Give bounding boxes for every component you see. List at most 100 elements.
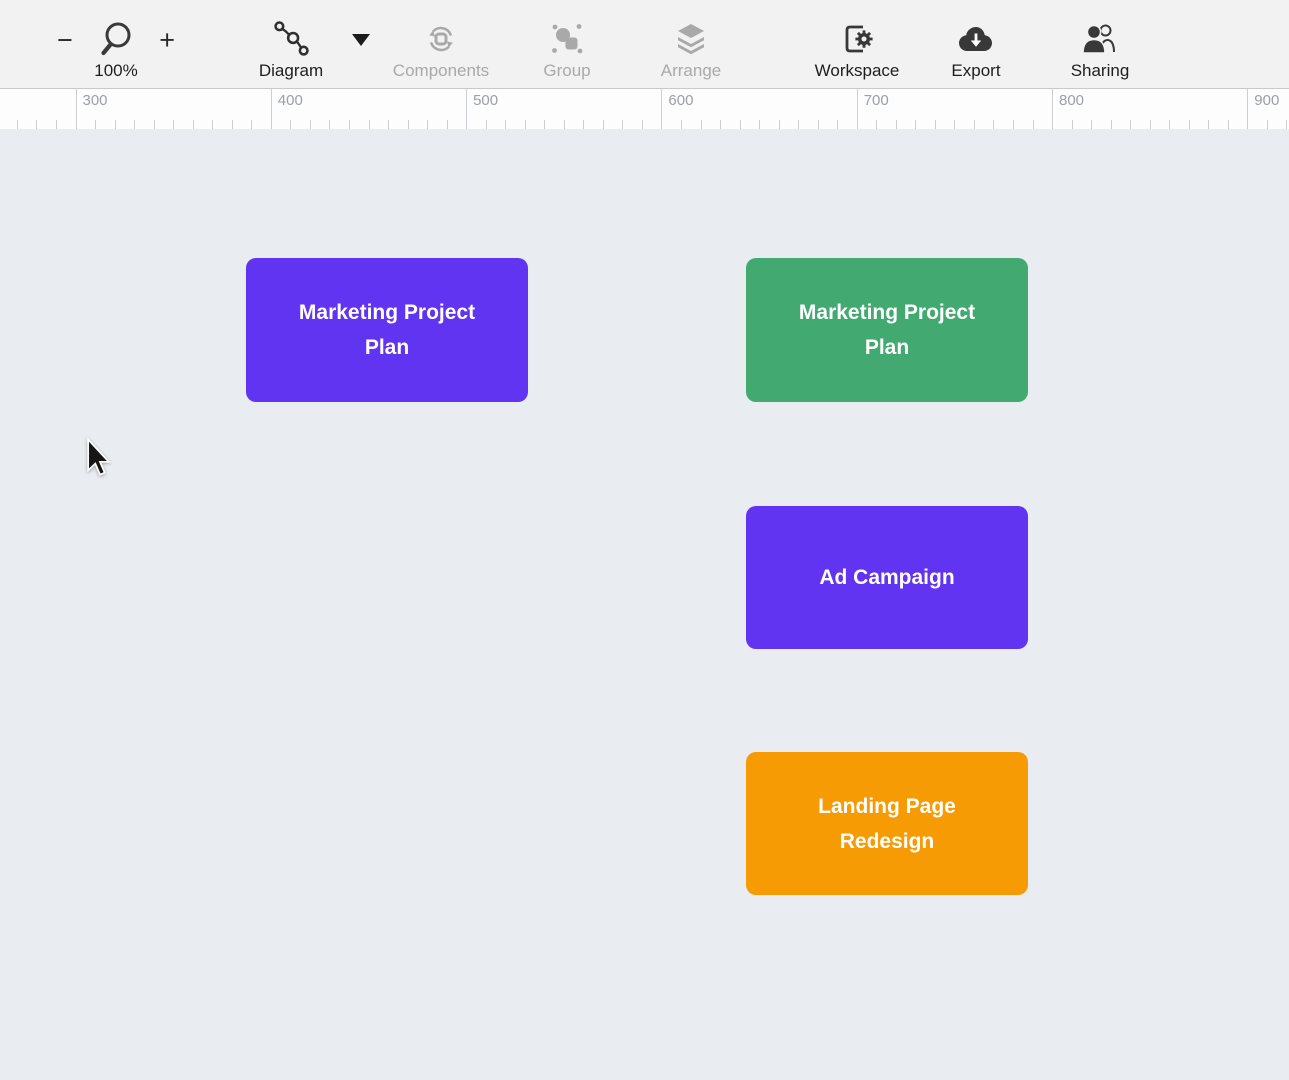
ruler-minor-tick	[427, 120, 428, 129]
toolbar-button-label: Diagram	[259, 61, 323, 80]
ruler-minor-tick	[486, 120, 487, 129]
ruler-minor-tick	[642, 120, 643, 129]
toolbar-button-arrange[interactable]: Arrange	[649, 0, 733, 88]
node-marketing-project-plan-green[interactable]: Marketing Project Plan	[746, 258, 1028, 402]
ruler-minor-tick	[447, 120, 448, 129]
ruler: 300400500600700800900	[0, 88, 1289, 129]
node-marketing-project-plan-purple[interactable]: Marketing Project Plan	[246, 258, 528, 402]
components-icon	[423, 18, 459, 60]
ruler-minor-tick	[154, 120, 155, 129]
toolbar-button-sharing[interactable]: Sharing	[1058, 0, 1142, 88]
toolbar-button-label: Export	[951, 61, 1000, 80]
node-label: Marketing Project Plan	[287, 295, 487, 365]
ruler-major-tick	[1247, 89, 1248, 129]
ruler-minor-tick	[1130, 120, 1131, 129]
ruler-label: 500	[473, 92, 498, 109]
ruler-minor-tick	[408, 120, 409, 129]
ruler-major-tick	[271, 89, 272, 129]
ruler-minor-tick	[1033, 120, 1034, 129]
ruler-major-tick	[1052, 89, 1053, 129]
ruler-minor-tick	[603, 120, 604, 129]
ruler-minor-tick	[681, 120, 682, 129]
ruler-minor-tick	[974, 120, 975, 129]
ruler-minor-tick	[36, 120, 37, 129]
toolbar: − + 100%	[0, 0, 1289, 88]
mouse-cursor-icon	[86, 438, 112, 480]
ruler-minor-tick	[1013, 120, 1014, 129]
ruler-minor-tick	[290, 120, 291, 129]
ruler-minor-tick	[349, 120, 350, 129]
ruler-minor-tick	[95, 120, 96, 129]
node-label: Marketing Project Plan	[787, 295, 987, 365]
ruler-minor-tick	[564, 120, 565, 129]
ruler-minor-tick	[583, 120, 584, 129]
ruler-minor-tick	[1150, 120, 1151, 129]
magnifier-icon	[99, 19, 133, 61]
zoom-controls: − + 100%	[52, 0, 180, 88]
ruler-minor-tick	[837, 120, 838, 129]
ruler-label: 700	[864, 92, 889, 109]
ruler-minor-tick	[798, 120, 799, 129]
ruler-minor-tick	[740, 120, 741, 129]
ruler-minor-tick	[329, 120, 330, 129]
toolbar-button-label: Components	[393, 61, 489, 80]
ruler-minor-tick	[1228, 120, 1229, 129]
ruler-minor-tick	[1169, 120, 1170, 129]
workspace-icon	[838, 18, 876, 60]
ruler-minor-tick	[779, 120, 780, 129]
ruler-minor-tick	[935, 120, 936, 129]
ruler-minor-tick	[1091, 120, 1092, 129]
ruler-minor-tick	[17, 120, 18, 129]
ruler-minor-tick	[954, 120, 955, 129]
diagram-icon	[272, 18, 310, 60]
ruler-label: 800	[1059, 92, 1084, 109]
ruler-minor-tick	[622, 120, 623, 129]
zoom-level-label: 100%	[94, 61, 137, 80]
arrange-icon	[673, 18, 709, 60]
ruler-minor-tick	[818, 120, 819, 129]
zoom-in-button[interactable]: +	[157, 27, 177, 54]
node-label: Ad Campaign	[819, 560, 954, 595]
ruler-minor-tick	[720, 120, 721, 129]
node-ad-campaign[interactable]: Ad Campaign	[746, 506, 1028, 649]
ruler-minor-tick	[193, 120, 194, 129]
ruler-label: 400	[278, 92, 303, 109]
toolbar-button-label: Sharing	[1071, 61, 1130, 80]
ruler-minor-tick	[1111, 120, 1112, 129]
toolbar-button-diagram[interactable]: Diagram	[245, 0, 337, 88]
ruler-minor-tick	[1286, 120, 1287, 129]
group-icon	[549, 18, 585, 60]
ruler-minor-tick	[876, 120, 877, 129]
ruler-minor-tick	[251, 120, 252, 129]
ruler-minor-tick	[896, 120, 897, 129]
ruler-minor-tick	[212, 120, 213, 129]
toolbar-button-export[interactable]: Export	[941, 0, 1011, 88]
ruler-minor-tick	[1208, 120, 1209, 129]
ruler-minor-tick	[173, 120, 174, 129]
ruler-minor-tick	[993, 120, 994, 129]
toolbar-button-group[interactable]: Group	[532, 0, 602, 88]
ruler-minor-tick	[759, 120, 760, 129]
diagram-canvas[interactable]: Marketing Project Plan Marketing Project…	[0, 129, 1289, 1080]
ruler-label: 900	[1254, 92, 1279, 109]
node-label: Landing Page Redesign	[787, 789, 987, 859]
ruler-minor-tick	[505, 120, 506, 129]
zoom-out-button[interactable]: −	[55, 27, 75, 54]
toolbar-button-workspace[interactable]: Workspace	[805, 0, 909, 88]
node-landing-page-redesign[interactable]: Landing Page Redesign	[746, 752, 1028, 895]
ruler-minor-tick	[1072, 120, 1073, 129]
diagram-dropdown-caret[interactable]	[352, 34, 370, 46]
ruler-minor-tick	[544, 120, 545, 129]
ruler-minor-tick	[115, 120, 116, 129]
ruler-minor-tick	[369, 120, 370, 129]
ruler-minor-tick	[525, 120, 526, 129]
ruler-minor-tick	[915, 120, 916, 129]
ruler-minor-tick	[701, 120, 702, 129]
ruler-minor-tick	[134, 120, 135, 129]
toolbar-button-components[interactable]: Components	[384, 0, 498, 88]
ruler-major-tick	[466, 89, 467, 129]
ruler-minor-tick	[310, 120, 311, 129]
toolbar-button-label: Workspace	[815, 61, 900, 80]
ruler-minor-tick	[56, 120, 57, 129]
ruler-minor-tick	[1189, 120, 1190, 129]
